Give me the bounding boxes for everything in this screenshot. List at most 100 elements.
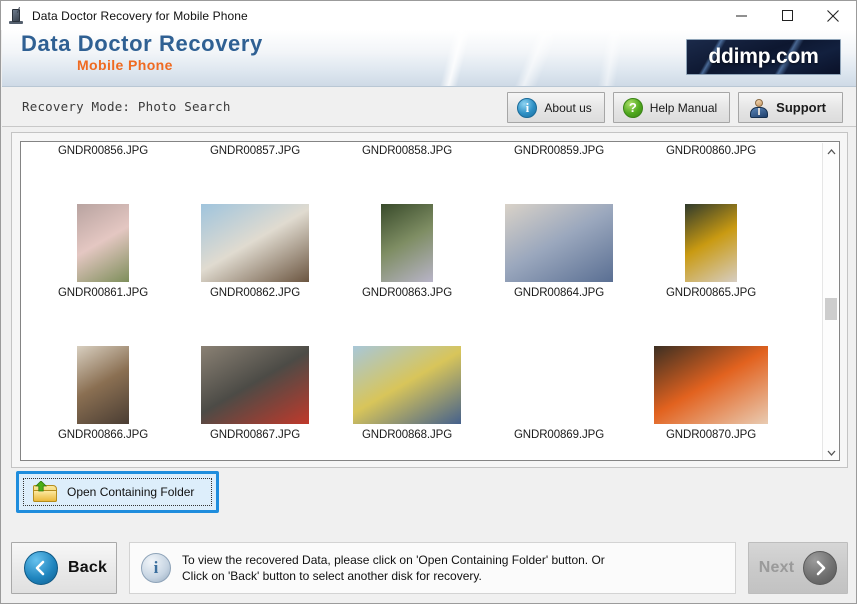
brand-header: Data Doctor Recovery Mobile Phone ddimp.…: [2, 30, 856, 87]
thumbnail-row: GNDR00866.JPG GNDR00867.JPG GNDR00868.JPG G…: [21, 326, 823, 460]
thumbnail-image[interactable]: [505, 204, 613, 282]
thumbnail-image[interactable]: [685, 204, 737, 282]
thumbnail-cell[interactable]: GNDR00861.JPG: [27, 184, 179, 326]
title-bar: Data Doctor Recovery for Mobile Phone: [1, 1, 856, 30]
brand-title: Data Doctor Recovery: [21, 31, 263, 56]
scrollbar-thumb[interactable]: [825, 298, 837, 320]
recovery-mode-label: Recovery Mode: Photo Search: [22, 99, 231, 114]
thumbnail-cell[interactable]: GNDR00865.JPG: [635, 184, 787, 326]
thumbnail-filename: GNDR00866.JPG: [57, 429, 149, 441]
maximize-button[interactable]: [764, 1, 810, 30]
thumbnail-image[interactable]: [353, 346, 461, 424]
info-circle-icon: i: [517, 97, 538, 118]
thumbnail-filename: GNDR00856.JPG: [57, 145, 149, 157]
next-button-label: Next: [758, 559, 795, 576]
support-label: Support: [776, 100, 826, 115]
thumbnail-image[interactable]: [381, 204, 433, 282]
support-agent-icon: [749, 98, 769, 118]
ddimp-logo[interactable]: ddimp.com: [686, 39, 841, 75]
close-button[interactable]: [810, 1, 856, 30]
support-button[interactable]: Support: [738, 92, 843, 123]
next-button[interactable]: Next: [748, 542, 848, 594]
thumbnail-filename: GNDR00864.JPG: [513, 287, 605, 299]
window-title: Data Doctor Recovery for Mobile Phone: [32, 8, 248, 23]
thumbnail-filename: GNDR00858.JPG: [361, 145, 453, 157]
about-us-label: About us: [544, 100, 592, 115]
back-button[interactable]: Back: [11, 542, 117, 594]
scroll-down-arrow-icon[interactable]: [823, 444, 839, 460]
thumbnail-image-wrap: [27, 326, 179, 424]
thumbnail-image-wrap: [483, 326, 635, 424]
thumbnail-image[interactable]: [77, 204, 129, 282]
open-containing-folder-button[interactable]: Open Containing Folder: [16, 471, 219, 513]
vertical-scrollbar[interactable]: [822, 143, 839, 460]
thumbnail-image-wrap: [331, 326, 483, 424]
brand-logo-text: ddimp.com: [708, 45, 819, 68]
thumbnail-filename: GNDR00869.JPG: [513, 429, 605, 441]
thumbnail-cell[interactable]: GNDR00860.JPG: [635, 142, 787, 184]
thumbnail-row: GNDR00861.JPG GNDR00862.JPG GNDR00863.JPG G…: [21, 184, 823, 326]
thumbnail-cell[interactable]: GNDR00859.JPG: [483, 142, 635, 184]
chevron-right-icon: [803, 551, 838, 585]
info-message-line1: To view the recovered Data, please click…: [182, 553, 605, 567]
application-window: Data Doctor Recovery for Mobile Phone Da…: [0, 0, 857, 604]
thumbnail-cell[interactable]: GNDR00867.JPG: [179, 326, 331, 460]
thumbnail-cell[interactable]: GNDR00862.JPG: [179, 184, 331, 326]
thumbnail-image[interactable]: [654, 346, 768, 424]
thumbnail-image-wrap: [483, 184, 635, 282]
thumbnail-cell[interactable]: GNDR00869.JPG: [483, 326, 635, 460]
open-containing-folder-label: Open Containing Folder: [67, 485, 195, 499]
footer-bar: Back i To view the recovered Data, pleas…: [11, 541, 848, 595]
thumbnail-cell[interactable]: GNDR00863.JPG: [331, 184, 483, 326]
thumbnail-filename: GNDR00870.JPG: [665, 429, 757, 441]
thumbnail-filename: GNDR00863.JPG: [361, 287, 453, 299]
thumbnail-image-wrap: [179, 184, 331, 282]
thumbnail-cell[interactable]: GNDR00857.JPG: [179, 142, 331, 184]
thumbnail-image-wrap: [179, 326, 331, 424]
minimize-button[interactable]: [718, 1, 764, 30]
thumbnail-grid: GNDR00856.JPG GNDR00857.JPG GNDR00858.JPG G…: [21, 142, 823, 460]
thumbnail-filename: GNDR00861.JPG: [57, 287, 149, 299]
thumbnail-cell[interactable]: GNDR00866.JPG: [27, 326, 179, 460]
thumbnail-cell[interactable]: GNDR00864.JPG: [483, 184, 635, 326]
info-message-panel: i To view the recovered Data, please cli…: [129, 542, 736, 594]
thumbnail-image-wrap: [635, 184, 787, 282]
info-message-text: To view the recovered Data, please click…: [182, 552, 605, 584]
window-controls: [718, 1, 856, 30]
thumbnail-image[interactable]: [201, 346, 309, 424]
thumbnail-cell[interactable]: GNDR00868.JPG: [331, 326, 483, 460]
mobile-phone-icon: [8, 6, 24, 24]
about-us-button[interactable]: i About us: [507, 92, 605, 123]
brand-subtitle: Mobile Phone: [77, 57, 173, 73]
scroll-up-arrow-icon[interactable]: [823, 143, 839, 160]
thumbnail-image-wrap: [27, 184, 179, 282]
file-thumbnail-list[interactable]: GNDR00856.JPG GNDR00857.JPG GNDR00858.JPG G…: [20, 141, 840, 461]
top-button-group: i About us ? Help Manual Support: [507, 92, 843, 123]
thumbnail-cell[interactable]: GNDR00858.JPG: [331, 142, 483, 184]
thumbnail-filename: GNDR00868.JPG: [361, 429, 453, 441]
back-button-label: Back: [68, 559, 108, 576]
thumbnail-cell[interactable]: GNDR00870.JPG: [635, 326, 787, 460]
thumbnail-image-wrap: [331, 184, 483, 282]
thumbnail-filename: GNDR00862.JPG: [209, 287, 301, 299]
info-message-line2: Click on 'Back' button to select another…: [182, 569, 482, 583]
info-circle-icon: i: [141, 553, 171, 583]
help-manual-button[interactable]: ? Help Manual: [612, 92, 731, 123]
thumbnail-filename: GNDR00865.JPG: [665, 287, 757, 299]
thumbnail-filename: GNDR00859.JPG: [513, 145, 605, 157]
thumbnail-cell[interactable]: GNDR00856.JPG: [27, 142, 179, 184]
thumbnail-image-wrap: [635, 326, 787, 424]
folder-up-arrow-icon: [32, 480, 58, 503]
chevron-left-icon: [24, 551, 58, 585]
thumbnail-filename: GNDR00867.JPG: [209, 429, 301, 441]
recovery-mode-bar: Recovery Mode: Photo Search i About us ?…: [2, 87, 856, 127]
thumbnail-image[interactable]: [526, 346, 592, 424]
question-circle-icon: ?: [622, 97, 643, 118]
thumbnail-filename: GNDR00857.JPG: [209, 145, 301, 157]
open-containing-folder-inner: Open Containing Folder: [23, 478, 212, 506]
help-manual-label: Help Manual: [649, 100, 718, 115]
thumbnail-row: GNDR00856.JPG GNDR00857.JPG GNDR00858.JPG G…: [21, 142, 823, 184]
results-panel: GNDR00856.JPG GNDR00857.JPG GNDR00858.JPG G…: [11, 132, 848, 468]
thumbnail-image[interactable]: [201, 204, 309, 282]
thumbnail-image[interactable]: [77, 346, 129, 424]
